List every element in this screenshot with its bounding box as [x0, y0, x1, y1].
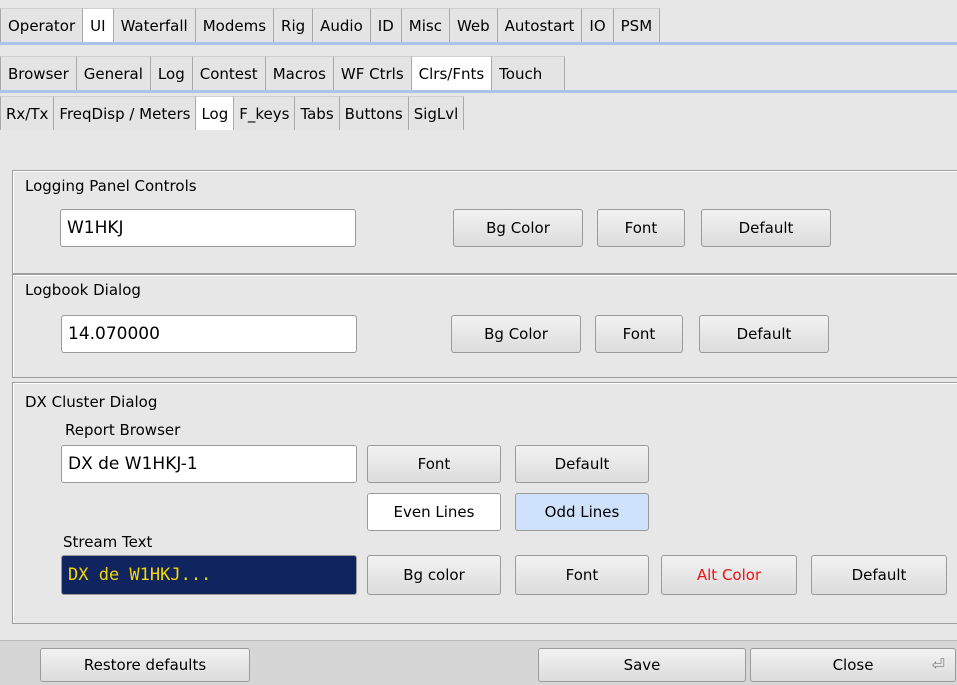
logging-default-button[interactable]: Default — [701, 209, 831, 247]
dx-cluster-group: DX Cluster Dialog Report Browser DX de W… — [12, 382, 957, 624]
tab-wf-ctrls[interactable]: WF Ctrls — [333, 56, 412, 90]
logbook-bg-color-button[interactable]: Bg Color — [451, 315, 581, 353]
stream-text-sample-field[interactable]: DX de W1HKJ... — [61, 555, 357, 595]
stream-default-button[interactable]: Default — [811, 555, 947, 595]
tab-buttons[interactable]: Buttons — [339, 96, 409, 130]
tab-io[interactable]: IO — [582, 8, 614, 42]
stream-bg-color-button[interactable]: Bg color — [367, 555, 501, 595]
tab-clrs-fnts[interactable]: Clrs/Fnts — [411, 56, 493, 90]
report-browser-sample-field[interactable]: DX de W1HKJ-1 — [61, 445, 357, 483]
tab-touch[interactable]: Touch — [492, 56, 566, 90]
logging-panel-label: Logging Panel Controls — [25, 177, 197, 195]
tab-rig[interactable]: Rig — [274, 8, 314, 42]
report-font-button[interactable]: Font — [367, 445, 501, 483]
tab-waterfall[interactable]: Waterfall — [113, 8, 196, 42]
tab-log[interactable]: Log — [150, 56, 193, 90]
restore-defaults-button[interactable]: Restore defaults — [40, 648, 250, 682]
tab-id[interactable]: ID — [370, 8, 402, 42]
colors-fonts-tab-row: Rx/Tx FreqDisp / Meters Log F_keys Tabs … — [0, 96, 957, 130]
logging-panel-sample-field[interactable]: W1HKJ — [60, 209, 356, 247]
tab-siglvl[interactable]: SigLvl — [408, 96, 465, 130]
logbook-sample-field[interactable]: 14.070000 — [61, 315, 357, 353]
tab-rx-tx[interactable]: Rx/Tx — [0, 96, 55, 130]
logging-panel-group: Logging Panel Controls W1HKJ Bg Color Fo… — [12, 170, 957, 274]
logbook-dialog-label: Logbook Dialog — [25, 281, 141, 299]
ui-tab-row: Browser General Log Contest Macros WF Ct… — [0, 56, 957, 93]
stream-font-button[interactable]: Font — [515, 555, 649, 595]
report-browser-label: Report Browser — [65, 421, 181, 439]
logbook-default-button[interactable]: Default — [699, 315, 829, 353]
logging-font-button[interactable]: Font — [597, 209, 685, 247]
tab-freqdisp-meters[interactable]: FreqDisp / Meters — [54, 96, 197, 130]
logbook-dialog-group: Logbook Dialog 14.070000 Bg Color Font D… — [12, 274, 957, 378]
tab-f-keys[interactable]: F_keys — [234, 96, 296, 130]
save-button[interactable]: Save — [538, 648, 746, 682]
logging-bg-color-button[interactable]: Bg Color — [453, 209, 583, 247]
tab-web[interactable]: Web — [449, 8, 498, 42]
tab-autostart[interactable]: Autostart — [497, 8, 583, 42]
tab-browser[interactable]: Browser — [0, 56, 77, 90]
even-lines-button[interactable]: Even Lines — [367, 493, 501, 531]
tab-contest[interactable]: Contest — [192, 56, 266, 90]
main-tab-row: Operator UI Waterfall Modems Rig Audio I… — [0, 8, 957, 45]
tab-macros[interactable]: Macros — [265, 56, 334, 90]
tab-tabs[interactable]: Tabs — [295, 96, 340, 130]
stream-text-label: Stream Text — [63, 533, 153, 551]
dx-cluster-label: DX Cluster Dialog — [25, 393, 158, 411]
tab-log-colors[interactable]: Log — [196, 96, 235, 130]
report-default-button[interactable]: Default — [515, 445, 649, 483]
logbook-font-button[interactable]: Font — [595, 315, 683, 353]
odd-lines-button[interactable]: Odd Lines — [515, 493, 649, 531]
return-key-icon: ⏎ — [931, 655, 945, 674]
alt-color-button[interactable]: Alt Color — [661, 555, 797, 595]
tab-modems[interactable]: Modems — [195, 8, 275, 42]
tab-general[interactable]: General — [76, 56, 151, 90]
tab-ui[interactable]: UI — [83, 8, 114, 42]
tab-misc[interactable]: Misc — [401, 8, 450, 42]
close-button[interactable]: Close — [750, 648, 956, 682]
tab-audio[interactable]: Audio — [313, 8, 371, 42]
tab-psm[interactable]: PSM — [613, 8, 661, 42]
tab-operator[interactable]: Operator — [0, 8, 84, 42]
